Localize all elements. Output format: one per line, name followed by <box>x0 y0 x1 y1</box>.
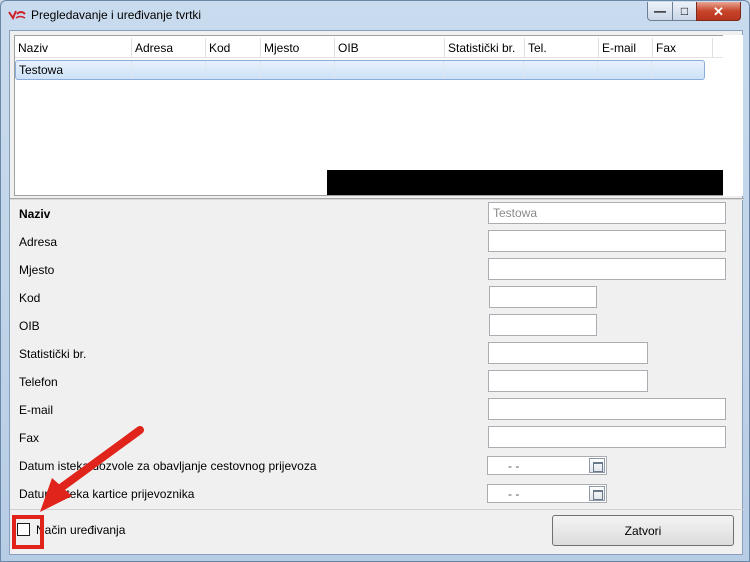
datum-kartice-label: Datum isteka kartice prijevoznika <box>19 487 195 501</box>
naziv-field[interactable]: Testowa <box>488 202 726 224</box>
adresa-label: Adresa <box>19 235 58 249</box>
splitter[interactable] <box>10 198 744 200</box>
client-area: Naziv Adresa Kod Mjesto OIB Statistički … <box>9 30 744 555</box>
stat-label: Statistički br. <box>19 347 87 361</box>
main-window: Pregledavanje i uređivanje tvrtki — □ ✕ … <box>0 0 750 562</box>
calendar-icon[interactable] <box>589 458 605 473</box>
datum-kartice-value: - - <box>508 487 520 501</box>
kod-label: Kod <box>19 291 41 305</box>
minimize-button[interactable]: — <box>647 2 673 21</box>
cell-kod <box>206 61 261 79</box>
mjesto-field[interactable] <box>488 258 726 280</box>
cell-email <box>598 61 653 79</box>
table-row[interactable]: Testowa <box>15 60 705 80</box>
datum-dozvole-value: - - <box>508 459 520 473</box>
footer-divider <box>10 509 744 510</box>
naziv-label: Naziv <box>19 207 51 221</box>
col-header-kod[interactable]: Kod <box>206 38 261 57</box>
kod-field[interactable] <box>489 286 597 308</box>
adresa-field[interactable] <box>488 230 726 252</box>
col-header-oib[interactable]: OIB <box>335 38 445 57</box>
minimize-icon: — <box>654 4 666 18</box>
cell-tel <box>524 61 599 79</box>
edit-mode-label[interactable]: Način uređivanja <box>36 523 125 537</box>
col-header-fax[interactable]: Fax <box>653 38 713 57</box>
email-label: E-mail <box>19 403 54 417</box>
col-header-email[interactable]: E-mail <box>599 38 653 57</box>
close-icon: ✕ <box>713 3 724 19</box>
cell-mjesto <box>261 61 335 79</box>
close-window-button[interactable]: ✕ <box>696 2 741 21</box>
stat-field[interactable] <box>488 342 648 364</box>
mjesto-label: Mjesto <box>19 263 55 277</box>
email-field[interactable] <box>488 398 726 420</box>
col-header-tel[interactable]: Tel. <box>525 38 599 57</box>
grid-header: Naziv Adresa Kod Mjesto OIB Statistički … <box>15 38 726 58</box>
col-header-adresa[interactable]: Adresa <box>132 38 206 57</box>
oib-field[interactable] <box>489 314 597 336</box>
cell-adresa <box>132 61 206 79</box>
oib-label: OIB <box>19 319 40 333</box>
redacted-region <box>327 170 726 195</box>
grid-scrollbar-area <box>723 35 743 196</box>
maximize-button[interactable]: □ <box>672 2 697 21</box>
maximize-icon: □ <box>680 4 689 18</box>
fax-label: Fax <box>19 431 40 445</box>
cell-stat <box>444 61 525 79</box>
cell-fax <box>652 61 704 79</box>
calendar-icon[interactable] <box>589 486 605 501</box>
cell-naziv: Testowa <box>16 61 132 79</box>
companies-grid[interactable]: Naziv Adresa Kod Mjesto OIB Statistički … <box>14 35 727 196</box>
fax-field[interactable] <box>488 426 726 448</box>
annotation-highlight-box <box>12 515 44 549</box>
datum-kartice-picker[interactable]: - - <box>487 484 607 503</box>
window-title: Pregledavanje i uređivanje tvrtki <box>31 8 202 22</box>
cell-oib <box>335 61 445 79</box>
zatvori-button[interactable]: Zatvori <box>552 515 734 546</box>
telefon-field[interactable] <box>488 370 648 392</box>
app-logo-icon <box>8 10 26 21</box>
col-header-mjesto[interactable]: Mjesto <box>261 38 335 57</box>
datum-dozvole-picker[interactable]: - - <box>487 456 607 475</box>
datum-dozvole-label: Datum isteka dozvole za obavljanje cesto… <box>19 459 317 473</box>
telefon-label: Telefon <box>19 375 58 389</box>
col-header-naziv[interactable]: Naziv <box>15 38 132 57</box>
title-bar[interactable]: Pregledavanje i uređivanje tvrtki — □ ✕ <box>1 1 749 29</box>
col-header-stat[interactable]: Statistički br. <box>445 38 525 57</box>
